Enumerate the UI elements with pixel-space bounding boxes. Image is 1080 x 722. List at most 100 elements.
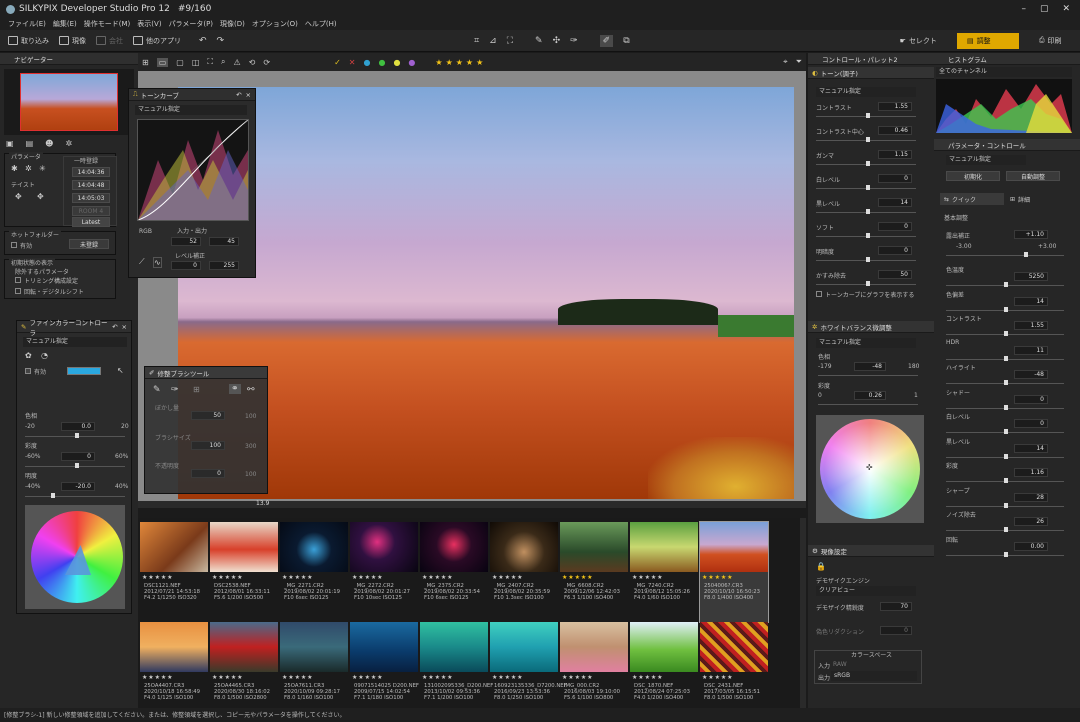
finecolor-pick-icon[interactable]: ✿ <box>25 351 32 360</box>
thumbnail[interactable]: ★ ★ ★ ★ ★ 25OA4465.CR3 2020/08/30 18:16:0… <box>210 622 278 722</box>
shift-icon[interactable]: ⛶ <box>507 36 513 46</box>
viewer-scrollbar[interactable]: 13.9 <box>138 500 806 508</box>
finecolor-wheel-area[interactable] <box>25 505 125 609</box>
finecolor-dropper-icon[interactable]: ↖ <box>117 366 124 375</box>
compare-view-icon[interactable]: ◫ <box>192 58 200 67</box>
thumbnail-rating[interactable]: ★ ★ ★ ★ ★ <box>702 574 733 581</box>
exposure-slider[interactable] <box>946 255 1064 256</box>
grid-view-icon[interactable]: ⊞ <box>142 58 149 67</box>
engine-select[interactable]: クリアビュー <box>816 586 916 596</box>
repair-clone-icon[interactable]: ⚭ <box>229 384 241 394</box>
tab-settings-icon[interactable]: ✲ <box>65 139 72 148</box>
minimize-icon[interactable]: – <box>1021 4 1026 14</box>
filter-icon[interactable]: ⏷ <box>796 57 806 67</box>
thumbnail-rating[interactable]: ★ ★ ★ ★ ★ <box>422 574 453 581</box>
history-slot-4[interactable]: ROOM 4 <box>72 206 110 216</box>
thumbnail[interactable]: ★ ★ ★ ★ ★ 160923135336_D7200.NEF 2016/09/… <box>490 622 567 722</box>
thumbnail-rating[interactable]: ★ ★ ★ ★ ★ <box>282 574 313 581</box>
output-value[interactable]: 45 <box>209 237 239 246</box>
close-icon[interactable]: ✕ <box>1062 4 1070 14</box>
histogram-channel-select[interactable]: 全てのチャンネル <box>936 67 1072 77</box>
repair-heal-icon[interactable]: ⚯ <box>247 385 255 395</box>
tone-row-value[interactable]: 0 <box>878 222 912 231</box>
thumbnail-rating[interactable]: ★ ★ ★ ★ ★ <box>702 674 733 681</box>
tonecurve-close-icon[interactable]: × <box>246 91 251 99</box>
colorspace-out-select[interactable]: sRGB <box>831 671 917 681</box>
param-row-knob[interactable] <box>1004 331 1008 336</box>
redo-icon[interactable]: ↷ <box>217 36 225 46</box>
noise-value[interactable]: 0 <box>880 626 912 635</box>
tonecurve-graph[interactable] <box>137 119 249 221</box>
navigator-view[interactable] <box>4 69 134 135</box>
thumbnail-rating[interactable]: ★ ★ ★ ★ ★ <box>142 574 173 581</box>
auto-adjust-button[interactable]: 自動調整 <box>1006 171 1060 181</box>
param-row-knob[interactable] <box>1004 404 1008 410</box>
finecolor-reset-icon[interactable]: ↶ <box>112 323 117 331</box>
param-row-knob[interactable] <box>1004 282 1008 287</box>
input-value[interactable]: 52 <box>171 237 201 246</box>
tone-row-knob[interactable] <box>866 257 870 262</box>
thumbnail[interactable]: ★ ★ ★ ★ ★ DSC2538.NEF 2012/08/01 16:33:11… <box>210 522 278 622</box>
tone-row-knob[interactable] <box>866 209 870 214</box>
maximize-icon[interactable]: ▢ <box>1040 4 1049 14</box>
thumbnail-rating[interactable]: ★ ★ ★ ★ ★ <box>422 674 453 681</box>
param-row-knob[interactable] <box>1004 453 1008 459</box>
zoom-icon[interactable]: ⌕ <box>221 57 225 67</box>
param-row-value[interactable]: 0 <box>1014 419 1048 428</box>
param-row-value[interactable]: 26 <box>1014 517 1048 526</box>
param-row-knob[interactable] <box>1004 551 1008 557</box>
param-row-knob[interactable] <box>1004 380 1008 385</box>
param-row-knob[interactable] <box>1004 306 1008 312</box>
thumbnail[interactable]: ★ ★ ★ ★ ★ _MG_2375.CR2 2019/08/02 20:33:5… <box>420 522 488 622</box>
color-tag3-icon[interactable]: ● <box>393 58 400 67</box>
thumbnail[interactable]: ★ ★ ★ ★ ★ 25OA4407.CR3 2020/10/18 16:58:4… <box>140 622 208 722</box>
thumbnail-rating[interactable]: ★ ★ ★ ★ ★ <box>212 674 243 681</box>
thumbnail-rating[interactable]: ★ ★ ★ ★ ★ <box>492 674 523 681</box>
repair-eraser-icon[interactable]: ✑ <box>171 385 179 395</box>
tone-row-knob[interactable] <box>866 161 870 166</box>
thumbnail-rating[interactable]: ★ ★ ★ ★ ★ <box>352 574 383 581</box>
param-row-value[interactable]: 5250 <box>1014 272 1048 281</box>
wb-hue-value[interactable]: -48 <box>854 362 886 371</box>
adjust-mode-button[interactable]: ▤ 調整 <box>956 32 1019 49</box>
thumbnail[interactable]: ★ ★ ★ ★ ★ _MG_6608.CR2 2009/12/06 12:42:0… <box>560 522 628 622</box>
repair-brush-icon[interactable]: ✎ <box>153 385 161 395</box>
thumbnail-rating[interactable]: ★ ★ ★ ★ ★ <box>562 574 593 581</box>
thumbnail[interactable]: ★ ★ ★ ★ ★ _MG_2272.CR2 2019/08/02 20:01:2… <box>350 522 418 622</box>
crop-icon[interactable]: ⌗ <box>474 36 479 46</box>
check-filter-icon[interactable]: ✓ <box>334 58 341 67</box>
history-latest[interactable]: Latest <box>72 217 110 227</box>
thumbnail-rating[interactable]: ★ ★ ★ ★ ★ <box>142 674 173 681</box>
sat-value[interactable]: 0 <box>61 452 95 461</box>
thumbnail[interactable]: ★ ★ ★ ★ ★ DSC1121.NEF 2012/07/21 14:53:18… <box>140 522 208 622</box>
wb-sat-value[interactable]: 0.26 <box>854 391 886 400</box>
param-row-knob[interactable] <box>1004 502 1008 508</box>
history-slot-3[interactable]: 14:05:03 <box>72 193 110 203</box>
hue-knob[interactable] <box>75 433 79 438</box>
select-mode-button[interactable]: ☛ セレクト <box>890 33 947 49</box>
param-row-value[interactable]: 0 <box>1014 394 1048 404</box>
menu-develop[interactable]: 現像(D) <box>220 19 245 29</box>
strength-value[interactable]: 70 <box>880 602 912 611</box>
wb-wheel-area[interactable]: ✜ <box>816 415 924 523</box>
print-mode-button[interactable]: ⎙ 印刷 <box>1029 33 1072 49</box>
finecolor-preset-select[interactable]: マニュアル指定 <box>23 337 127 347</box>
straighten-icon[interactable]: ⊿ <box>489 36 497 46</box>
partial-icon[interactable]: ✣ <box>553 36 561 46</box>
menu-options[interactable]: オプション(O) <box>252 19 298 29</box>
tab-people-icon[interactable]: ☻ <box>45 139 53 148</box>
tone-row-knob[interactable] <box>866 137 870 142</box>
thumbnail[interactable]: ★ ★ ★ ★ ★ _MG_2407.CR2 2019/08/02 20:35:5… <box>490 522 558 622</box>
rotate-checkbox[interactable] <box>15 288 21 294</box>
param-preset-icon[interactable]: ✱ <box>11 164 18 173</box>
repair-size-value[interactable]: 100 <box>191 441 225 450</box>
color-tag-icon[interactable]: ● <box>363 58 370 67</box>
hotfolder-checkbox[interactable] <box>11 242 17 248</box>
thumbnail-rating[interactable]: ★ ★ ★ ★ ★ <box>632 574 663 581</box>
tone-row-knob[interactable] <box>866 113 870 118</box>
param-row-value[interactable]: 0.00 <box>1014 541 1048 551</box>
param-row-knob[interactable] <box>1004 429 1008 434</box>
finecolor-swatch[interactable] <box>67 367 101 375</box>
thumbnail[interactable]: ★ ★ ★ ★ ★ _MG_2271.CR2 2019/08/02 20:01:1… <box>280 522 348 622</box>
level-max-value[interactable]: 255 <box>209 261 239 270</box>
